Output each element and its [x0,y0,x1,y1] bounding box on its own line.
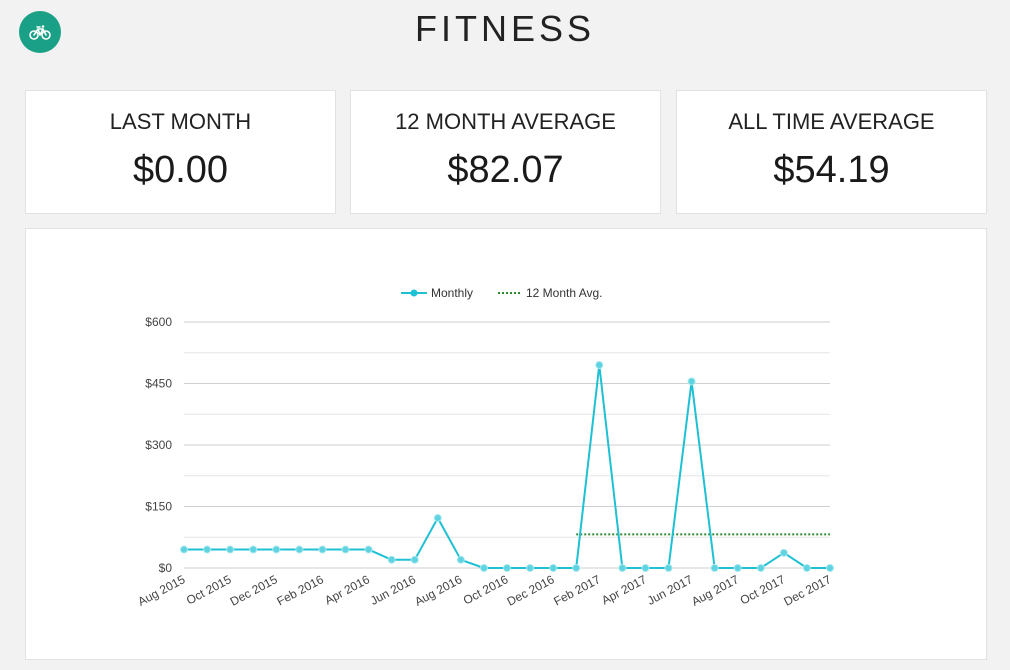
data-point [318,545,327,554]
x-tick-label: Oct 2015 [184,572,234,607]
data-point [479,564,488,572]
stat-card-last-month: LAST MONTH $0.00 [25,90,336,214]
x-tick-label: Dec 2017 [781,572,833,609]
chart-grid [184,321,830,569]
data-point [249,545,258,554]
legend-monthly-label: Monthly [431,286,473,300]
data-point [826,564,834,572]
stat-value: $54.19 [773,149,890,191]
x-tick-label: Aug 2016 [412,572,464,609]
data-point [618,564,627,572]
data-point [203,545,212,554]
stat-value: $82.07 [447,149,564,191]
y-tick-label: $150 [145,500,172,514]
y-tick-label: $300 [145,438,172,452]
data-point [387,555,396,564]
x-tick-label: Aug 2015 [135,572,187,609]
data-point [341,545,350,554]
x-tick-label: Apr 2017 [599,572,649,607]
data-point [664,564,673,572]
data-point [549,564,558,572]
data-point [802,564,811,572]
x-tick-label: Feb 2016 [274,572,326,608]
stat-label: ALL TIME AVERAGE [728,109,935,134]
y-tick-label: $0 [159,561,173,575]
legend-avg-label: 12 Month Avg. [526,286,603,300]
data-point [733,564,742,572]
data-point [641,564,650,572]
data-point [595,361,604,370]
data-point [272,545,281,554]
y-tick-label: $450 [145,377,172,391]
y-axis: $0 $150 $300 $450 $600 [145,315,172,575]
data-point [226,545,235,554]
x-tick-label: Jun 2017 [645,572,695,608]
x-tick-label: Apr 2016 [322,572,372,607]
chart-card: Monthly 12 Month Avg. $0 $150 $300 $450 $600… [25,228,987,660]
legend-monthly-marker [410,289,418,297]
stat-card-12-month-average: 12 MONTH AVERAGE $82.07 [350,90,661,214]
chart-legend: Monthly 12 Month Avg. [401,286,603,300]
data-point [433,513,442,522]
monthly-spending-chart: Monthly 12 Month Avg. $0 $150 $300 $450 $600… [135,286,834,609]
stat-label: LAST MONTH [109,109,252,134]
x-tick-label: Oct 2017 [738,572,788,607]
page-title: FITNESS [414,8,595,49]
data-point [180,545,188,554]
data-point [710,564,719,572]
data-point [503,564,511,572]
data-point [779,548,788,557]
stat-value: $0.00 [132,149,229,191]
data-point [410,555,419,564]
data-point [526,564,535,572]
data-point [295,545,304,554]
x-tick-label: Feb 2017 [551,572,603,608]
data-point [687,377,696,386]
data-point [456,555,465,564]
data-point [572,564,581,572]
x-tick-label: Aug 2017 [689,572,741,609]
chart-series [180,361,834,572]
x-tick-label: Oct 2016 [461,572,511,607]
x-tick-label: Jun 2016 [368,572,418,608]
stat-label: 12 MONTH AVERAGE [395,109,616,134]
x-tick-label: Dec 2015 [228,572,280,609]
data-point [364,545,373,554]
x-tick-label: Dec 2016 [505,572,557,609]
data-point [756,564,765,572]
y-tick-label: $600 [145,315,172,329]
x-axis: Aug 2015Oct 2015Dec 2015Feb 2016Apr 2016… [135,572,833,609]
stat-card-all-time-average: ALL TIME AVERAGE $54.19 [676,90,987,214]
